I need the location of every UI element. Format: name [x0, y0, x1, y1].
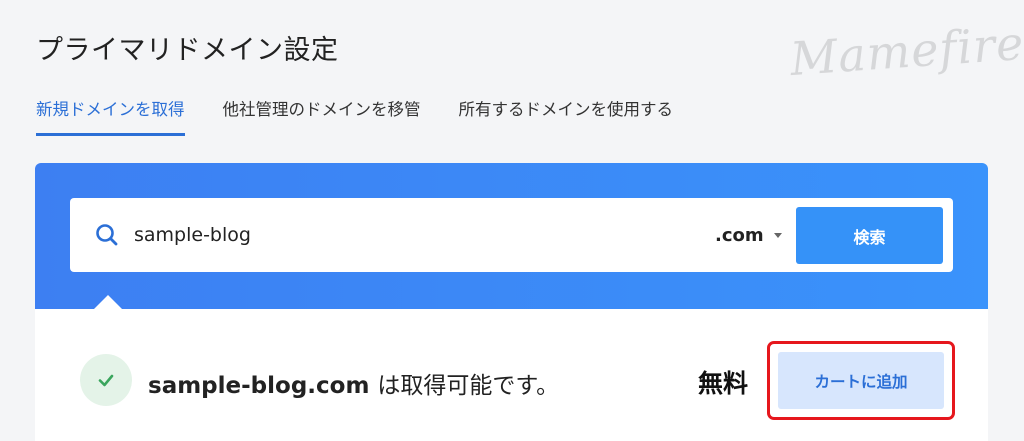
tab-new-domain[interactable]: 新規ドメインを取得: [36, 90, 185, 136]
search-button[interactable]: 検索: [796, 207, 943, 264]
availability-message: sample-blog.com は取得可能です。: [148, 366, 559, 400]
result-pointer: [93, 295, 123, 310]
search-result-panel: sample-blog.com は取得可能です。 無料 カートに追加: [35, 309, 988, 441]
domain-search-input[interactable]: [134, 216, 654, 254]
result-domain: sample-blog.com: [148, 373, 370, 399]
tab-transfer-domain[interactable]: 他社管理のドメインを移管: [223, 90, 421, 136]
availability-text: は取得可能です。: [377, 373, 560, 399]
check-icon: [98, 374, 114, 387]
highlight-frame: カートに追加: [767, 341, 955, 420]
watermark-logo: Mamefire: [788, 15, 1024, 87]
tld-value: .com: [715, 224, 764, 246]
price: 無料: [698, 369, 749, 398]
search-icon: [96, 224, 118, 246]
chevron-down-icon: [773, 232, 782, 238]
add-to-cart-button[interactable]: カートに追加: [778, 352, 944, 409]
tld-select[interactable]: .com: [715, 220, 782, 250]
search-box: .com 検索: [70, 198, 953, 272]
domain-search-panel: .com 検索: [35, 163, 988, 309]
status-badge: [80, 354, 132, 406]
tab-bar: 新規ドメインを取得 他社管理のドメインを移管 所有するドメインを使用する: [36, 90, 711, 136]
page-title: プライマリドメイン設定: [36, 35, 339, 66]
tab-use-owned-domain[interactable]: 所有するドメインを使用する: [459, 90, 674, 136]
